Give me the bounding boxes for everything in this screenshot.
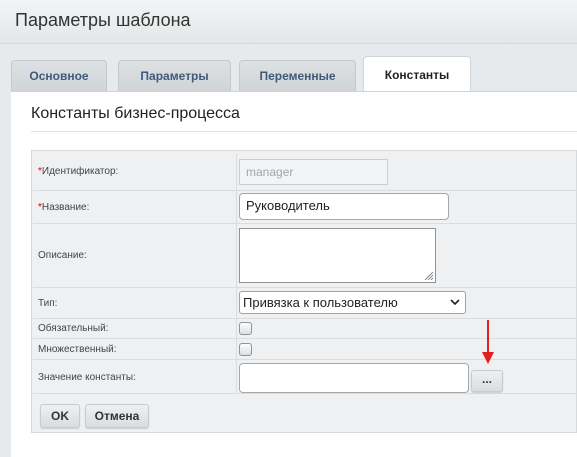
mandatory-label: Обязательный: xyxy=(38,323,109,334)
cancel-button[interactable]: Отмена xyxy=(85,404,149,428)
ok-button[interactable]: OK xyxy=(40,404,80,428)
name-label: *Название: xyxy=(38,202,90,213)
resize-handle-icon[interactable] xyxy=(423,270,433,280)
identifier-field[interactable]: manager xyxy=(239,159,388,185)
section-title: Константы бизнес-процесса xyxy=(31,105,240,122)
multiple-label: Множественный: xyxy=(38,344,117,355)
description-textarea[interactable] xyxy=(239,228,436,283)
chevron-down-icon xyxy=(450,299,460,306)
identifier-label: *Идентификатор: xyxy=(38,166,119,177)
window-header: Параметры шаблона xyxy=(0,0,577,44)
constant-value-field[interactable] xyxy=(239,363,469,393)
type-select[interactable]: Привязка к пользователю xyxy=(239,291,466,314)
constant-value-label: Значение константы: xyxy=(38,372,136,383)
type-select-value: Привязка к пользователю xyxy=(243,295,398,310)
mandatory-checkbox[interactable] xyxy=(239,322,252,335)
section-divider xyxy=(31,131,577,132)
tab-main[interactable]: Основное xyxy=(11,60,107,92)
tab-bar: Основное Параметры Переменные Константы xyxy=(0,56,577,92)
tab-constants[interactable]: Константы xyxy=(363,56,471,92)
type-label: Тип: xyxy=(38,298,58,309)
user-picker-button[interactable]: ... xyxy=(471,370,503,392)
down-arrow-icon xyxy=(482,320,494,364)
multiple-checkbox[interactable] xyxy=(239,343,252,356)
tab-variables[interactable]: Переменные xyxy=(239,60,356,92)
description-label: Описание: xyxy=(38,250,87,261)
name-field[interactable]: Руководитель xyxy=(239,193,449,220)
tab-parameters[interactable]: Параметры xyxy=(118,60,231,92)
window-title: Параметры шаблона xyxy=(15,10,191,30)
